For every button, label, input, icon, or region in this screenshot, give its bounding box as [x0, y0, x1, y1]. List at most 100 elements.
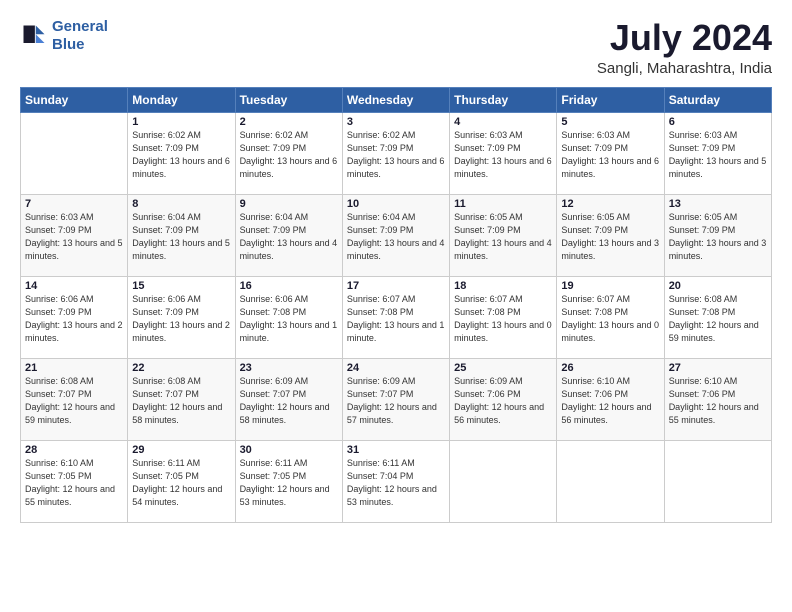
- sunrise-text: Sunrise: 6:11 AM: [240, 458, 308, 468]
- day-number: 21: [25, 362, 123, 374]
- day-info: Sunrise: 6:06 AM Sunset: 7:09 PM Dayligh…: [132, 293, 230, 345]
- table-cell: 31 Sunrise: 6:11 AM Sunset: 7:04 PM Dayl…: [342, 440, 449, 522]
- title-block: July 2024 Sangli, Maharashtra, India: [597, 18, 772, 77]
- sunrise-text: Sunrise: 6:11 AM: [132, 458, 200, 468]
- col-thursday: Thursday: [450, 87, 557, 112]
- col-wednesday: Wednesday: [342, 87, 449, 112]
- table-cell: 5 Sunrise: 6:03 AM Sunset: 7:09 PM Dayli…: [557, 112, 664, 194]
- day-info: Sunrise: 6:08 AM Sunset: 7:08 PM Dayligh…: [669, 293, 767, 345]
- daylight-text: Daylight: 12 hours and 57 minutes.: [347, 402, 437, 425]
- day-info: Sunrise: 6:02 AM Sunset: 7:09 PM Dayligh…: [347, 129, 445, 181]
- sunset-text: Sunset: 7:05 PM: [132, 471, 199, 481]
- day-number: 8: [132, 198, 230, 210]
- daylight-text: Daylight: 13 hours and 0 minutes.: [561, 320, 659, 343]
- day-info: Sunrise: 6:05 AM Sunset: 7:09 PM Dayligh…: [669, 211, 767, 263]
- sunrise-text: Sunrise: 6:04 AM: [347, 212, 416, 222]
- daylight-text: Daylight: 13 hours and 5 minutes.: [25, 238, 123, 261]
- daylight-text: Daylight: 13 hours and 6 minutes.: [347, 156, 445, 179]
- daylight-text: Daylight: 13 hours and 5 minutes.: [132, 238, 230, 261]
- day-number: 18: [454, 280, 552, 292]
- table-cell: 16 Sunrise: 6:06 AM Sunset: 7:08 PM Dayl…: [235, 276, 342, 358]
- sunrise-text: Sunrise: 6:03 AM: [25, 212, 94, 222]
- day-number: 22: [132, 362, 230, 374]
- sunset-text: Sunset: 7:04 PM: [347, 471, 414, 481]
- day-info: Sunrise: 6:10 AM Sunset: 7:06 PM Dayligh…: [669, 375, 767, 427]
- table-cell: 8 Sunrise: 6:04 AM Sunset: 7:09 PM Dayli…: [128, 194, 235, 276]
- daylight-text: Daylight: 12 hours and 53 minutes.: [240, 484, 330, 507]
- sunset-text: Sunset: 7:07 PM: [132, 389, 199, 399]
- col-friday: Friday: [557, 87, 664, 112]
- day-info: Sunrise: 6:03 AM Sunset: 7:09 PM Dayligh…: [561, 129, 659, 181]
- sunrise-text: Sunrise: 6:05 AM: [561, 212, 630, 222]
- sunset-text: Sunset: 7:06 PM: [561, 389, 628, 399]
- day-info: Sunrise: 6:11 AM Sunset: 7:05 PM Dayligh…: [240, 457, 338, 509]
- daylight-text: Daylight: 13 hours and 6 minutes.: [132, 156, 230, 179]
- table-cell: 7 Sunrise: 6:03 AM Sunset: 7:09 PM Dayli…: [21, 194, 128, 276]
- day-info: Sunrise: 6:11 AM Sunset: 7:05 PM Dayligh…: [132, 457, 230, 509]
- table-cell: 3 Sunrise: 6:02 AM Sunset: 7:09 PM Dayli…: [342, 112, 449, 194]
- sunset-text: Sunset: 7:08 PM: [454, 307, 521, 317]
- sunrise-text: Sunrise: 6:09 AM: [454, 376, 523, 386]
- day-number: 30: [240, 444, 338, 456]
- daylight-text: Daylight: 13 hours and 3 minutes.: [669, 238, 767, 261]
- sunrise-text: Sunrise: 6:05 AM: [454, 212, 523, 222]
- table-cell: 23 Sunrise: 6:09 AM Sunset: 7:07 PM Dayl…: [235, 358, 342, 440]
- logo: General Blue: [20, 18, 108, 54]
- sunset-text: Sunset: 7:07 PM: [347, 389, 414, 399]
- daylight-text: Daylight: 12 hours and 54 minutes.: [132, 484, 222, 507]
- day-number: 15: [132, 280, 230, 292]
- day-number: 29: [132, 444, 230, 456]
- logo-text: General Blue: [52, 18, 108, 54]
- daylight-text: Daylight: 13 hours and 4 minutes.: [454, 238, 552, 261]
- day-number: 10: [347, 198, 445, 210]
- table-cell: 19 Sunrise: 6:07 AM Sunset: 7:08 PM Dayl…: [557, 276, 664, 358]
- daylight-text: Daylight: 12 hours and 59 minutes.: [669, 320, 759, 343]
- sunset-text: Sunset: 7:09 PM: [240, 143, 307, 153]
- main-title: July 2024: [597, 18, 772, 58]
- sunset-text: Sunset: 7:09 PM: [25, 225, 92, 235]
- daylight-text: Daylight: 13 hours and 6 minutes.: [561, 156, 659, 179]
- sunrise-text: Sunrise: 6:02 AM: [240, 130, 309, 140]
- daylight-text: Daylight: 12 hours and 58 minutes.: [132, 402, 222, 425]
- sunset-text: Sunset: 7:08 PM: [240, 307, 307, 317]
- table-cell: 25 Sunrise: 6:09 AM Sunset: 7:06 PM Dayl…: [450, 358, 557, 440]
- day-info: Sunrise: 6:03 AM Sunset: 7:09 PM Dayligh…: [454, 129, 552, 181]
- day-number: 12: [561, 198, 659, 210]
- day-number: 6: [669, 116, 767, 128]
- table-cell: 15 Sunrise: 6:06 AM Sunset: 7:09 PM Dayl…: [128, 276, 235, 358]
- day-info: Sunrise: 6:05 AM Sunset: 7:09 PM Dayligh…: [561, 211, 659, 263]
- day-info: Sunrise: 6:08 AM Sunset: 7:07 PM Dayligh…: [132, 375, 230, 427]
- day-number: 7: [25, 198, 123, 210]
- daylight-text: Daylight: 13 hours and 1 minute.: [347, 320, 445, 343]
- week-row-4: 21 Sunrise: 6:08 AM Sunset: 7:07 PM Dayl…: [21, 358, 772, 440]
- sunrise-text: Sunrise: 6:05 AM: [669, 212, 738, 222]
- day-number: 19: [561, 280, 659, 292]
- daylight-text: Daylight: 13 hours and 4 minutes.: [240, 238, 338, 261]
- sunrise-text: Sunrise: 6:02 AM: [347, 130, 416, 140]
- sunrise-text: Sunrise: 6:08 AM: [132, 376, 201, 386]
- day-number: 1: [132, 116, 230, 128]
- day-number: 17: [347, 280, 445, 292]
- page: General Blue July 2024 Sangli, Maharasht…: [0, 0, 792, 612]
- day-number: 27: [669, 362, 767, 374]
- subtitle: Sangli, Maharashtra, India: [597, 60, 772, 77]
- sunrise-text: Sunrise: 6:07 AM: [454, 294, 523, 304]
- day-number: 20: [669, 280, 767, 292]
- daylight-text: Daylight: 13 hours and 3 minutes.: [561, 238, 659, 261]
- daylight-text: Daylight: 12 hours and 58 minutes.: [240, 402, 330, 425]
- col-tuesday: Tuesday: [235, 87, 342, 112]
- day-number: 14: [25, 280, 123, 292]
- sunset-text: Sunset: 7:07 PM: [25, 389, 92, 399]
- day-info: Sunrise: 6:06 AM Sunset: 7:09 PM Dayligh…: [25, 293, 123, 345]
- sunset-text: Sunset: 7:09 PM: [347, 225, 414, 235]
- day-info: Sunrise: 6:05 AM Sunset: 7:09 PM Dayligh…: [454, 211, 552, 263]
- day-number: 3: [347, 116, 445, 128]
- table-cell: 26 Sunrise: 6:10 AM Sunset: 7:06 PM Dayl…: [557, 358, 664, 440]
- sunrise-text: Sunrise: 6:10 AM: [25, 458, 94, 468]
- sunrise-text: Sunrise: 6:08 AM: [25, 376, 94, 386]
- sunset-text: Sunset: 7:09 PM: [25, 307, 92, 317]
- daylight-text: Daylight: 13 hours and 1 minute.: [240, 320, 338, 343]
- daylight-text: Daylight: 12 hours and 56 minutes.: [561, 402, 651, 425]
- table-cell: 4 Sunrise: 6:03 AM Sunset: 7:09 PM Dayli…: [450, 112, 557, 194]
- daylight-text: Daylight: 13 hours and 2 minutes.: [25, 320, 123, 343]
